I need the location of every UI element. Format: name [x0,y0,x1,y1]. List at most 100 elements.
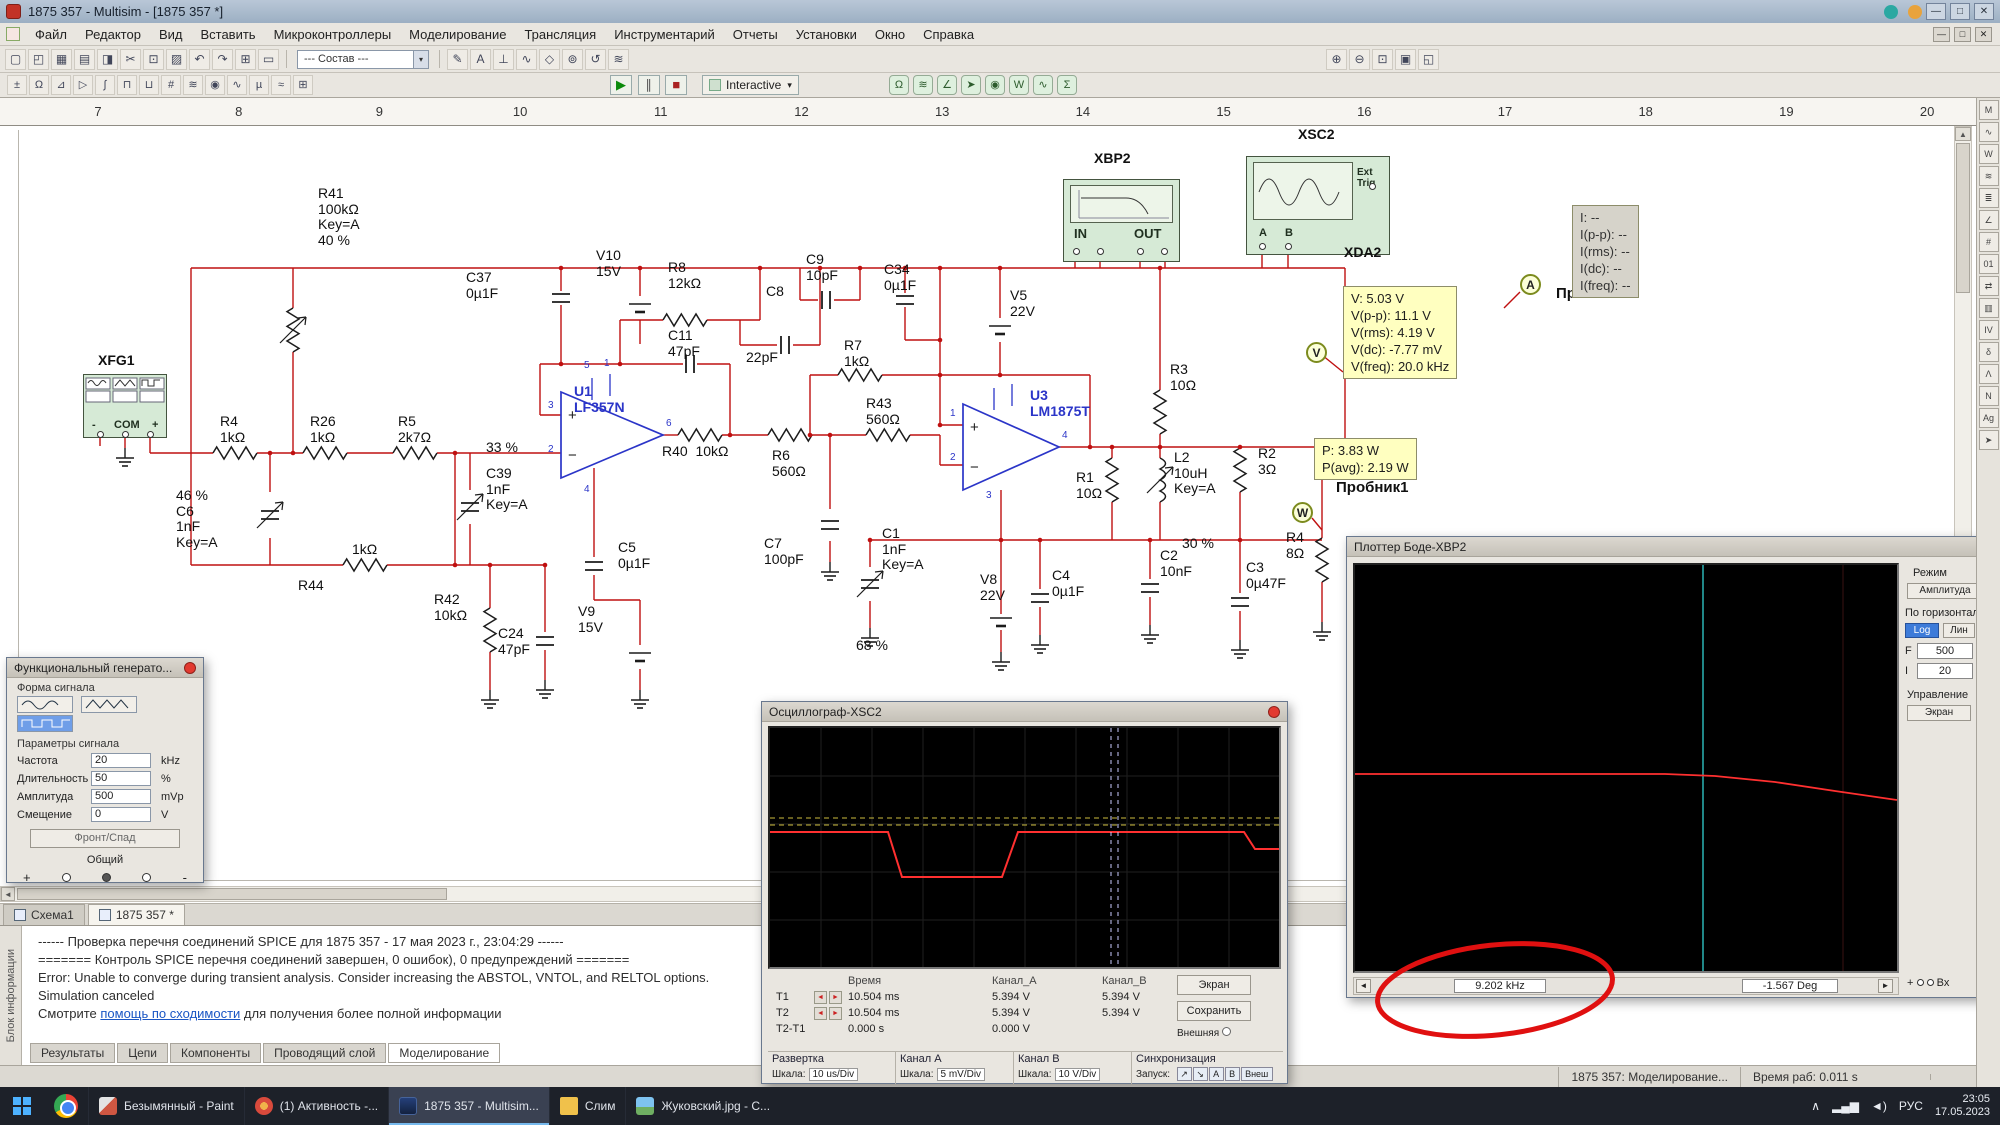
mdi-close-button[interactable]: ✕ [1975,27,1992,42]
taskbar-item[interactable]: Слим [549,1087,626,1125]
scale-value[interactable]: 10 V/Div [1055,1068,1101,1081]
menu-Микроконтроллеры[interactable]: Микроконтроллеры [265,25,401,44]
xsc2-b-terminal[interactable] [1285,243,1292,250]
sync-button-B[interactable]: B [1225,1067,1240,1081]
doc-tab[interactable]: Схема1 [3,904,85,925]
place-wire-icon[interactable]: ✎ [447,49,468,70]
scale-value[interactable]: 5 mV/Div [937,1068,986,1081]
basic-components-icon[interactable]: Ω [29,75,49,95]
screen-reverse-button[interactable]: Экран [1907,705,1971,721]
network-icon[interactable]: ▂▄▆ [1832,1099,1859,1113]
chevron-down-icon[interactable]: ▾ [413,51,428,68]
pause-simulation-button[interactable]: ∥ [638,75,660,95]
redo-icon[interactable]: ↷ [212,49,233,70]
frequency-counter-icon[interactable]: # [1979,232,1999,252]
cmos-components-icon[interactable]: ⊔ [139,75,159,95]
wattmeter-tool-icon[interactable]: W [1009,75,1029,95]
menu-Установки[interactable]: Установки [787,25,866,44]
bode-plotter-title-bar[interactable]: Плоттер Боде-XBP2 [1347,537,1985,557]
power-components-icon[interactable]: ∿ [227,75,247,95]
menu-Отчеты[interactable]: Отчеты [724,25,787,44]
cursor-right-button[interactable]: ► [1878,979,1893,993]
menu-Инструментарий[interactable]: Инструментарий [605,25,724,44]
start-button[interactable] [0,1087,44,1125]
word-generator-icon[interactable]: 01 [1979,254,1999,274]
four-channel-oscilloscope-icon[interactable]: ≣ [1979,188,1999,208]
menu-Вид[interactable]: Вид [150,25,192,44]
fg-field-input[interactable]: 0 [91,807,151,822]
cursor-right-button[interactable]: ► [829,1007,842,1020]
open-icon[interactable]: ◰ [28,49,49,70]
minimize-button[interactable]: — [1926,3,1946,20]
zoom-area-icon[interactable]: ⊡ [1372,49,1393,70]
taskbar-item[interactable]: Жуковский.jpg - С... [625,1087,780,1125]
save-icon[interactable]: ▦ [51,49,72,70]
menu-Окно[interactable]: Окно [866,25,914,44]
rotate-icon[interactable]: ↺ [585,49,606,70]
oscilloscope-icon[interactable]: ≋ [1979,166,1999,186]
convergence-help-link[interactable]: помощь по сходимости [100,1006,240,1021]
fg-minus-terminal[interactable] [142,873,151,882]
taskbar-item[interactable]: Безымянный - Paint [88,1087,244,1125]
log-tab-Компоненты[interactable]: Компоненты [170,1043,261,1063]
xbp2-in-plus-terminal[interactable] [1073,248,1080,255]
ground-icon[interactable]: ⊥ [493,49,514,70]
fg-plus-terminal[interactable] [62,873,71,882]
network-analyzer-icon[interactable]: N [1979,386,1999,406]
linear-scale-button[interactable]: Лин [1943,623,1975,638]
oscilloscope-instrument-icon[interactable]: Ext Trig A B [1246,156,1390,255]
place-text-icon[interactable]: A [470,49,491,70]
menu-Моделирование[interactable]: Моделирование [400,25,515,44]
log-scale-button[interactable]: Log [1905,623,1939,638]
speaker-icon[interactable]: ◄) [1871,1099,1887,1113]
print-icon[interactable]: ▤ [74,49,95,70]
border-icon[interactable]: ▭ [258,49,279,70]
logic-converter-icon[interactable]: ⇄ [1979,276,1999,296]
bode-in-minus-terminal[interactable] [1927,979,1934,986]
fg-field-input[interactable]: 500 [91,789,151,804]
zoom-out-icon[interactable]: ⊖ [1349,49,1370,70]
triangle-wave-button[interactable] [81,696,137,713]
rise-fall-button[interactable]: Фронт/Спад [30,829,180,848]
in-use-list-combobox[interactable]: --- Состав --- ▾ [297,50,429,69]
voltage-probe-icon[interactable]: V [1306,342,1327,363]
xfg1-minus-terminal[interactable] [97,431,104,438]
xsc2-ext-terminal[interactable] [1369,183,1376,190]
menu-Трансляция[interactable]: Трансляция [515,25,605,44]
sync-button-Внеш[interactable]: Внеш [1241,1067,1273,1081]
bode-tool-icon[interactable]: ∠ [937,75,957,95]
overlay-orange-dot-icon[interactable] [1908,5,1922,19]
cut-icon[interactable]: ✂ [120,49,141,70]
log-tab-Результаты[interactable]: Результаты [30,1043,115,1063]
radio-icon[interactable] [1222,1027,1231,1036]
transistor-components-icon[interactable]: ▷ [73,75,93,95]
spectrum-analyzer-icon[interactable]: Λ [1979,364,1999,384]
diode-components-icon[interactable]: ⊿ [51,75,71,95]
source-components-icon[interactable]: ± [7,75,27,95]
log-tab-Цепи[interactable]: Цепи [117,1043,168,1063]
measurement-probe-icon[interactable]: ➤ [1979,430,1999,450]
run-simulation-button[interactable]: ▶ [610,75,632,95]
sync-button-↘[interactable]: ↘ [1193,1067,1208,1081]
probe-icon[interactable]: ⊚ [562,49,583,70]
paste-icon[interactable]: ▨ [166,49,187,70]
cursor-left-button[interactable]: ◄ [814,991,827,1004]
xbp2-in-minus-terminal[interactable] [1097,248,1104,255]
current-probe-tool-icon[interactable]: ◉ [985,75,1005,95]
external-trigger-option[interactable]: Внешняя [1177,1027,1231,1039]
wattmeter-probe-icon[interactable]: W [1292,502,1313,523]
bode-plotter-instrument-icon[interactable]: IN OUT [1063,179,1180,262]
close-icon[interactable] [184,662,196,674]
tray-chevron-icon[interactable]: ∧ [1811,1099,1820,1113]
sync-button-↗[interactable]: ↗ [1177,1067,1192,1081]
new-icon[interactable]: ▢ [5,49,26,70]
zoom-full-icon[interactable]: ◱ [1418,49,1439,70]
scale-value[interactable]: 10 us/Div [809,1068,859,1081]
initial-frequency-value[interactable]: 20 [1917,663,1973,679]
bode-in-plus-terminal[interactable] [1917,979,1924,986]
analysis-tool-icon[interactable]: Σ [1057,75,1077,95]
misc-components-icon[interactable]: µ [249,75,269,95]
xbp2-out-plus-terminal[interactable] [1137,248,1144,255]
mixed-components-icon[interactable]: ≋ [183,75,203,95]
electromechanical-icon[interactable]: ⊞ [293,75,313,95]
